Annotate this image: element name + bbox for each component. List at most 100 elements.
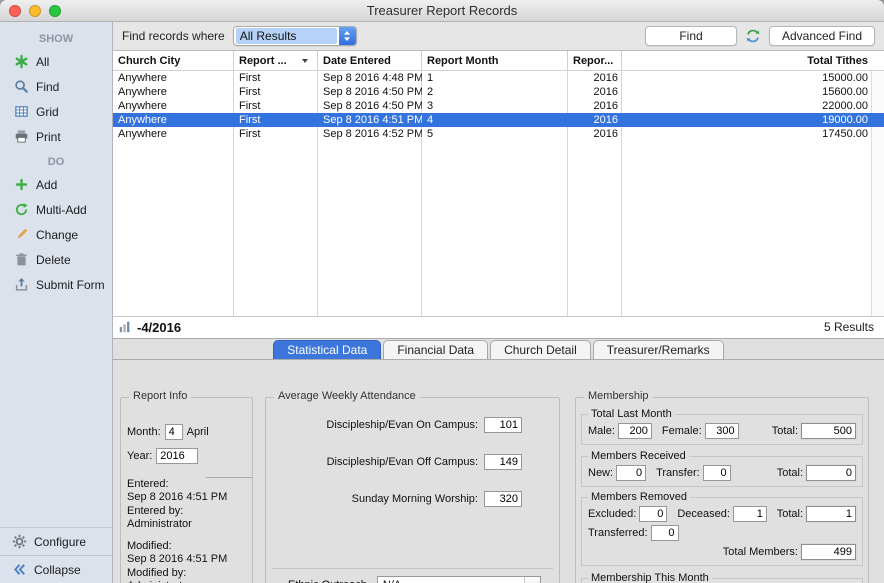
excluded-label: Excluded: <box>588 508 636 520</box>
table-row[interactable]: Anywhere First Sep 8 2016 4:48 PM 1 2016… <box>113 71 884 85</box>
modified-value: Sep 8 2016 4:51 PM <box>127 553 252 567</box>
sunday-worship-field[interactable] <box>484 491 522 507</box>
column-header-label: Report ... <box>239 55 287 67</box>
find-button[interactable]: Find <box>645 26 737 46</box>
new-field[interactable] <box>616 465 646 481</box>
sort-chevron-icon <box>302 59 308 63</box>
close-window-button[interactable] <box>9 5 21 17</box>
sidebar-item-all[interactable]: All <box>0 49 112 74</box>
sidebar-item-label: Submit Form <box>36 278 105 292</box>
tab-church-detail[interactable]: Church Detail <box>490 340 591 359</box>
refresh-icon[interactable] <box>745 28 761 44</box>
sidebar-item-submit-form[interactable]: Submit Form <box>0 272 112 297</box>
circular-arrow-icon <box>14 202 29 217</box>
sidebar-item-label: Grid <box>36 105 59 119</box>
cell-total-tithes: 15000.00 <box>622 71 884 85</box>
cell-report-year: 2016 <box>568 71 622 85</box>
year-label: Year: <box>127 450 152 462</box>
table-header: Church City Report ... Date Entered Repo… <box>113 51 884 71</box>
sidebar-item-print[interactable]: Print <box>0 124 112 149</box>
sidebar-item-label: Add <box>36 178 57 192</box>
cell-report-month: 1 <box>422 71 568 85</box>
trash-icon <box>14 252 29 267</box>
cell-report-month: 4 <box>422 113 568 127</box>
table-row[interactable]: Anywhere First Sep 8 2016 4:50 PM 3 2016… <box>113 99 884 113</box>
sidebar-header-do: DO <box>0 149 112 172</box>
column-header-church-city[interactable]: Church City <box>113 51 234 70</box>
column-header-report-month[interactable]: Report Month <box>422 51 568 70</box>
sidebar-item-collapse[interactable]: Collapse <box>0 555 112 583</box>
month-field[interactable] <box>165 424 183 440</box>
tab-strip: Statistical Data Financial Data Church D… <box>113 339 884 360</box>
results-filter-popup[interactable]: All Results <box>233 26 357 46</box>
column-header-total-tithes[interactable]: Total Tithes <box>622 51 884 70</box>
sidebar-item-label: Find <box>36 80 59 94</box>
total-removed-field[interactable] <box>806 506 856 522</box>
tab-treasurer-remarks[interactable]: Treasurer/Remarks <box>593 340 724 359</box>
tab-financial-data[interactable]: Financial Data <box>383 340 488 359</box>
minimize-window-button[interactable] <box>29 5 41 17</box>
report-info-title: Report Info <box>129 390 191 402</box>
dropdown-value: N/A <box>378 579 524 583</box>
on-campus-field[interactable] <box>484 417 522 433</box>
new-label: New: <box>588 467 613 479</box>
transfer-label: Transfer: <box>656 467 700 479</box>
deceased-field[interactable] <box>733 506 767 522</box>
total-received-field[interactable] <box>806 465 856 481</box>
on-campus-label: Discipleship/Evan On Campus: <box>326 419 478 431</box>
total-members-label: Total Members: <box>723 546 798 558</box>
asterisk-icon <box>14 54 29 69</box>
total-members-field[interactable] <box>801 544 856 560</box>
zoom-window-button[interactable] <box>49 5 61 17</box>
table-row[interactable]: Anywhere First Sep 8 2016 4:52 PM 5 2016… <box>113 127 884 141</box>
sidebar-item-label: All <box>36 55 49 69</box>
statistical-data-panel: Report Info Month: April Year: Enter <box>113 360 884 583</box>
report-info-group: Report Info Month: April Year: Enter <box>120 397 253 583</box>
transferred-field[interactable] <box>651 525 679 541</box>
sidebar: SHOW All Find Grid Print DO Add <box>0 22 113 583</box>
tab-statistical-data[interactable]: Statistical Data <box>273 340 381 359</box>
cell-report-month: 5 <box>422 127 568 141</box>
off-campus-label: Discipleship/Evan Off Campus: <box>327 456 478 468</box>
female-field[interactable] <box>705 423 739 439</box>
excluded-field[interactable] <box>639 506 667 522</box>
attendance-title: Average Weekly Attendance <box>274 390 420 402</box>
sidebar-item-change[interactable]: Change <box>0 222 112 247</box>
cell-total-tithes: 17450.00 <box>622 127 884 141</box>
column-header-date-entered[interactable]: Date Entered <box>318 51 422 70</box>
detail-area: Statistical Data Financial Data Church D… <box>113 339 884 583</box>
cell-church-city: Anywhere <box>113 113 234 127</box>
title-bar: Treasurer Report Records <box>0 0 884 22</box>
popup-selected-value: All Results <box>236 28 337 44</box>
sidebar-item-grid[interactable]: Grid <box>0 99 112 124</box>
sidebar-item-add[interactable]: Add <box>0 172 112 197</box>
total-label: Total: <box>777 467 803 479</box>
total-last-month-field[interactable] <box>801 423 856 439</box>
transfer-field[interactable] <box>703 465 731 481</box>
cell-date-entered: Sep 8 2016 4:51 PM <box>318 113 422 127</box>
off-campus-field[interactable] <box>484 454 522 470</box>
column-header-report[interactable]: Report ... <box>234 51 318 70</box>
sidebar-item-label: Collapse <box>34 563 81 577</box>
membership-this-month-subgroup: Membership This Month Male: Female: Tota… <box>581 578 863 583</box>
column-header-report-year[interactable]: Repor... <box>568 51 622 70</box>
entered-value: Sep 8 2016 4:51 PM <box>127 491 252 505</box>
sidebar-item-delete[interactable]: Delete <box>0 247 112 272</box>
table-row[interactable]: Anywhere First Sep 8 2016 4:50 PM 2 2016… <box>113 85 884 99</box>
sidebar-item-configure[interactable]: Configure <box>0 527 112 555</box>
find-toolbar: Find records where All Results Find Adva… <box>113 22 884 51</box>
members-removed-subgroup: Members Removed Excluded: Deceased: Tota… <box>581 497 863 566</box>
male-field[interactable] <box>618 423 652 439</box>
membership-this-month-title: Membership This Month <box>588 572 712 583</box>
results-count: 5 Results <box>824 320 874 334</box>
cell-total-tithes: 19000.00 <box>622 113 884 127</box>
year-field[interactable] <box>156 448 198 464</box>
sidebar-item-find[interactable]: Find <box>0 74 112 99</box>
popup-updown-icon <box>339 27 356 45</box>
month-name: April <box>187 426 209 438</box>
ethnic-outreach-dropdown[interactable]: N/A <box>377 576 541 583</box>
advanced-find-button[interactable]: Advanced Find <box>769 26 875 46</box>
table-row-selected[interactable]: Anywhere First Sep 8 2016 4:51 PM 4 2016… <box>113 113 884 127</box>
sidebar-item-multi-add[interactable]: Multi-Add <box>0 197 112 222</box>
ethnic-outreach-label: Ethnic Outreach <box>288 579 367 583</box>
